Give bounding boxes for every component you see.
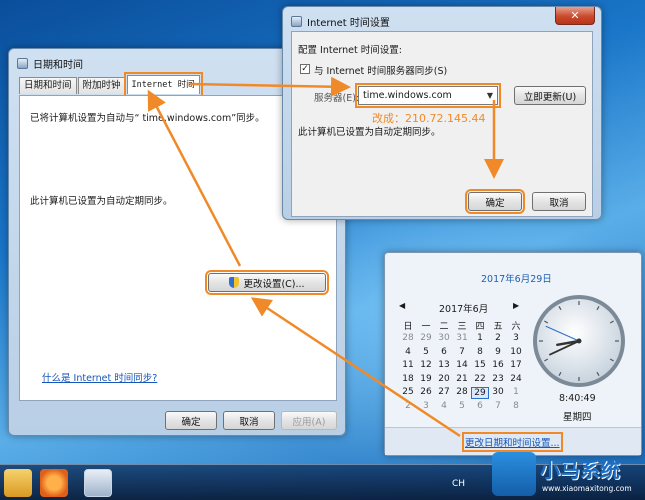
input-language-indicator[interactable]: CH — [452, 479, 465, 489]
watermark-brand: 小马系统 — [540, 458, 620, 482]
horse-logo-icon — [492, 452, 536, 496]
media-player-icon[interactable] — [40, 469, 68, 497]
date-time-task-icon[interactable] — [84, 469, 112, 497]
watermark-url: www.xiaomaxitong.com — [542, 484, 632, 493]
arrow-to-server-field — [189, 76, 351, 97]
arrow-to-internet-tab — [147, 89, 242, 267]
annotation-arrows — [147, 76, 504, 438]
watermark-logo: 小马系统 www.xiaomaxitong.com — [492, 452, 644, 498]
explorer-icon[interactable] — [4, 469, 32, 497]
arrow-to-change-settings — [250, 297, 461, 438]
